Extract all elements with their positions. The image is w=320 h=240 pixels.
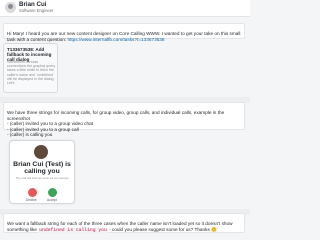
decline-button xyxy=(28,188,37,197)
inline-code: undefined is calling you xyxy=(38,227,108,233)
message-2-text: We have three strings for incoming calls… xyxy=(7,110,225,138)
task-link[interactable]: https://www.internalfb.com/tasks?t=13367… xyxy=(67,37,164,42)
caller-avatar xyxy=(34,145,48,159)
message-3: We want a fallback string for each of th… xyxy=(3,213,245,233)
call-subtitle: The call will start as soon as you accep… xyxy=(15,176,69,180)
chat-header: Brian Cui Software Engineer xyxy=(0,0,250,17)
accept-label: Accept xyxy=(47,198,57,202)
contact-subtitle: Software Engineer xyxy=(19,8,54,13)
decline-label: Decline xyxy=(26,198,37,202)
message-3-text-b: - could you please suggest some for us? … xyxy=(107,226,217,232)
message-1: Hi Mary! I heard you are our new content… xyxy=(3,23,245,42)
incoming-call-screenshot: Brian Cui (Test) is calling you The call… xyxy=(9,140,75,204)
call-title: Brian Cui (Test) is calling you xyxy=(13,161,71,175)
accept-button xyxy=(48,188,57,197)
message-2: We have three strings for incoming calls… xyxy=(3,102,245,137)
avatar[interactable] xyxy=(5,2,16,13)
task-preview-body: Sometimes on slow connections the graphq… xyxy=(7,60,56,86)
contact-name[interactable]: Brian Cui xyxy=(19,1,47,8)
task-preview-card[interactable]: T133673538: Add fallback to incoming cal… xyxy=(3,43,58,93)
